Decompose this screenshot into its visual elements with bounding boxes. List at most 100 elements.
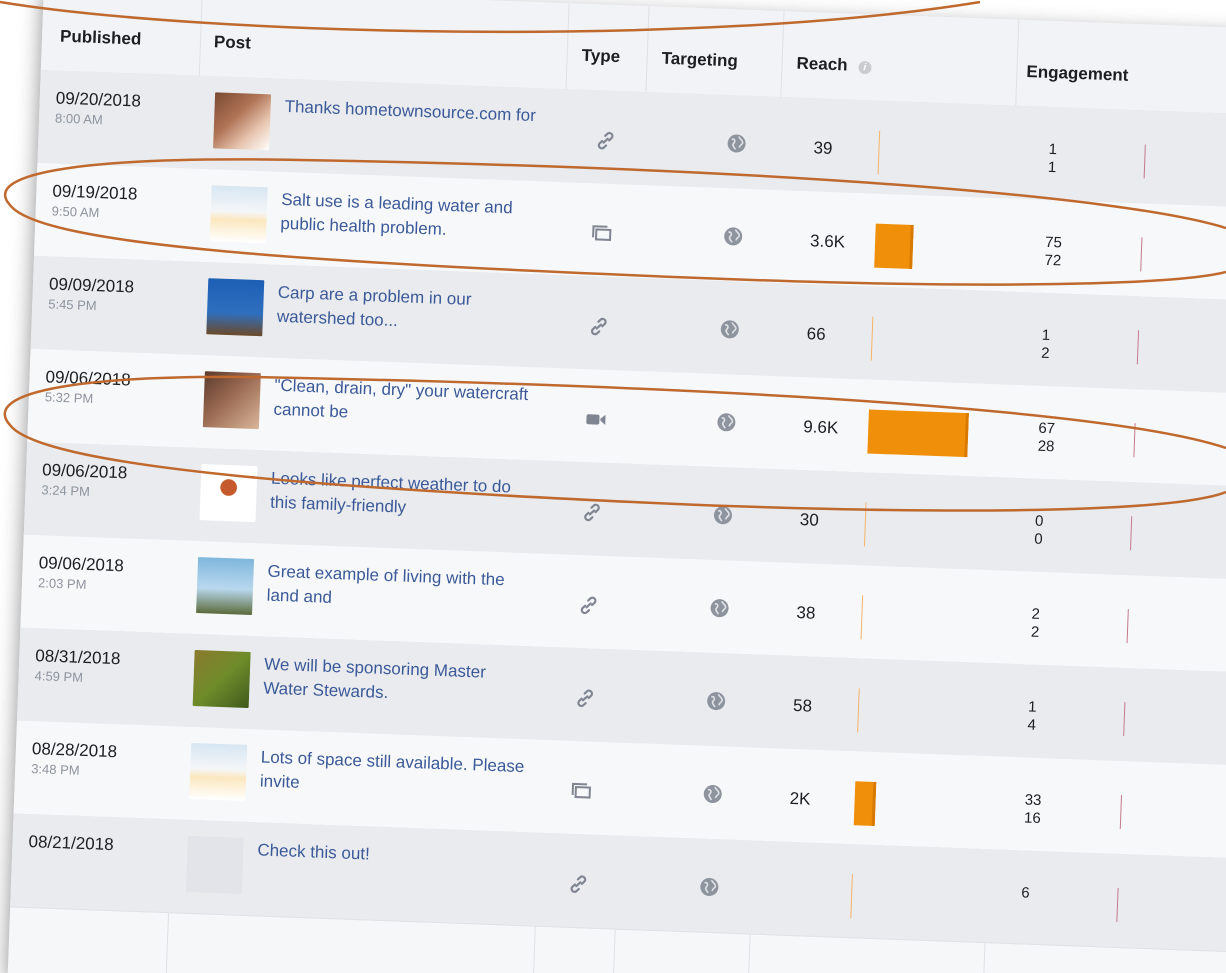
post-text-link[interactable]: "Clean, drain, dry" your watercraft cann… bbox=[273, 374, 545, 432]
engagement-values: 22 bbox=[1031, 606, 1041, 642]
engagement-value: 72 bbox=[1044, 251, 1062, 270]
engagement-bar bbox=[1116, 887, 1119, 922]
reach-value: 66 bbox=[806, 324, 826, 344]
link-icon bbox=[593, 128, 618, 153]
post-text-link[interactable]: Thanks hometownsource.com for bbox=[284, 95, 555, 129]
engagement-value: 1 bbox=[1048, 140, 1058, 159]
engagement-bar bbox=[1136, 330, 1140, 365]
reach-bar bbox=[853, 781, 877, 827]
globe-icon bbox=[726, 133, 747, 154]
engagement-value: 1 bbox=[1047, 158, 1057, 177]
header-reach-label: Reach bbox=[796, 53, 848, 75]
globe-icon bbox=[699, 877, 720, 898]
reach-bar bbox=[857, 688, 860, 733]
engagement-value: 28 bbox=[1037, 437, 1055, 456]
header-published[interactable]: Published bbox=[60, 27, 142, 50]
album-icon bbox=[590, 221, 615, 246]
post-thumbnail[interactable] bbox=[213, 92, 272, 151]
reach-value: 30 bbox=[799, 510, 820, 530]
post-thumbnail[interactable] bbox=[196, 557, 255, 616]
link-icon bbox=[580, 500, 605, 525]
engagement-bar bbox=[1126, 609, 1129, 644]
header-targeting[interactable]: Targeting bbox=[661, 49, 738, 72]
post-text-link[interactable]: Check this out! bbox=[257, 838, 528, 872]
globe-icon bbox=[702, 784, 723, 805]
engagement-value: 2 bbox=[1031, 605, 1041, 623]
post-thumbnail[interactable] bbox=[209, 185, 268, 244]
globe-icon bbox=[706, 691, 727, 712]
globe-icon bbox=[716, 412, 737, 433]
posts-table: Published Post Type Targeting Reach i En… bbox=[7, 0, 1226, 973]
post-text-link[interactable]: Salt use is a leading water and public h… bbox=[280, 188, 552, 246]
engagement-bar bbox=[1119, 795, 1123, 830]
album-icon bbox=[569, 779, 594, 804]
header-engagement[interactable]: Engagement bbox=[1026, 62, 1129, 86]
post-time: 8:00 AM bbox=[54, 110, 104, 128]
post-date: 09/19/2018 bbox=[52, 181, 138, 204]
engagement-values: 11 bbox=[1048, 141, 1058, 177]
screenshot-stage: Published Post Type Targeting Reach i En… bbox=[0, 0, 1226, 973]
engagement-values: 75 72 bbox=[1044, 234, 1062, 271]
post-thumbnail[interactable] bbox=[192, 649, 251, 708]
post-text-link[interactable]: Great example of living with the land an… bbox=[266, 560, 538, 618]
reach-bar bbox=[874, 223, 914, 270]
engagement-values: 14 bbox=[1027, 699, 1037, 735]
reach-value: 3.6K bbox=[809, 231, 846, 252]
post-date: 09/09/2018 bbox=[48, 274, 135, 297]
engagement-value: 2 bbox=[1040, 344, 1050, 363]
engagement-bar bbox=[1140, 237, 1143, 272]
engagement-value: 1 bbox=[1041, 326, 1051, 345]
engagement-value: 0 bbox=[1034, 530, 1043, 548]
engagement-values: 67 28 bbox=[1037, 420, 1055, 457]
reach-value: 9.6K bbox=[802, 417, 839, 438]
reach-bar bbox=[850, 874, 853, 919]
globe-icon bbox=[723, 226, 744, 247]
header-post[interactable]: Post bbox=[214, 32, 252, 53]
info-icon[interactable]: i bbox=[858, 60, 872, 75]
post-thumbnail[interactable] bbox=[185, 835, 244, 894]
engagement-bar bbox=[1143, 144, 1146, 179]
post-time: 5:32 PM bbox=[44, 389, 94, 407]
engagement-bar bbox=[1133, 423, 1136, 458]
engagement-value: 2 bbox=[1030, 623, 1040, 641]
reach-bar bbox=[860, 595, 864, 640]
header-type[interactable]: Type bbox=[581, 46, 620, 67]
link-icon bbox=[573, 686, 598, 711]
globe-icon bbox=[719, 319, 740, 340]
reach-bar bbox=[867, 409, 969, 458]
post-text-link[interactable]: Lots of space still available. Please in… bbox=[259, 745, 531, 803]
engagement-bar bbox=[1123, 702, 1126, 737]
post-text-link[interactable]: Looks like perfect weather to do this fa… bbox=[270, 467, 542, 525]
link-icon bbox=[566, 872, 591, 897]
link-icon bbox=[586, 314, 611, 339]
post-thumbnail[interactable] bbox=[189, 742, 248, 801]
reach-bar bbox=[877, 130, 881, 175]
engagement-value: 0 bbox=[1034, 512, 1044, 530]
post-time: 4:59 PM bbox=[34, 668, 84, 685]
link-icon bbox=[576, 593, 601, 618]
reach-value: 39 bbox=[813, 138, 833, 158]
engagement-bar bbox=[1129, 516, 1133, 551]
post-text-link[interactable]: Carp are a problem in our watershed too.… bbox=[277, 281, 549, 339]
globe-icon bbox=[713, 505, 734, 526]
reach-value: 38 bbox=[796, 603, 816, 623]
post-thumbnail[interactable] bbox=[202, 371, 261, 430]
engagement-value: 1 bbox=[1027, 698, 1037, 716]
post-thumbnail[interactable] bbox=[206, 278, 265, 337]
post-time: 3:24 PM bbox=[41, 482, 91, 500]
post-text-link[interactable]: We will be sponsoring Master Water Stewa… bbox=[263, 653, 535, 711]
post-date: 09/06/2018 bbox=[41, 460, 128, 483]
post-thumbnail[interactable] bbox=[199, 464, 258, 523]
header-reach[interactable]: Reach i bbox=[796, 53, 872, 77]
post-date: 08/31/2018 bbox=[35, 646, 121, 669]
engagement-values: 6 bbox=[1021, 884, 1030, 902]
post-date: 08/28/2018 bbox=[31, 739, 118, 762]
post-date: 08/21/2018 bbox=[28, 832, 114, 855]
post-date: 09/06/2018 bbox=[45, 367, 131, 390]
post-date: 09/20/2018 bbox=[55, 88, 142, 111]
video-icon bbox=[583, 407, 608, 432]
reach-value: 2K bbox=[789, 788, 811, 809]
engagement-values: 12 bbox=[1041, 327, 1051, 363]
reach-value: 58 bbox=[792, 695, 813, 716]
engagement-values: 33 16 bbox=[1024, 791, 1042, 828]
